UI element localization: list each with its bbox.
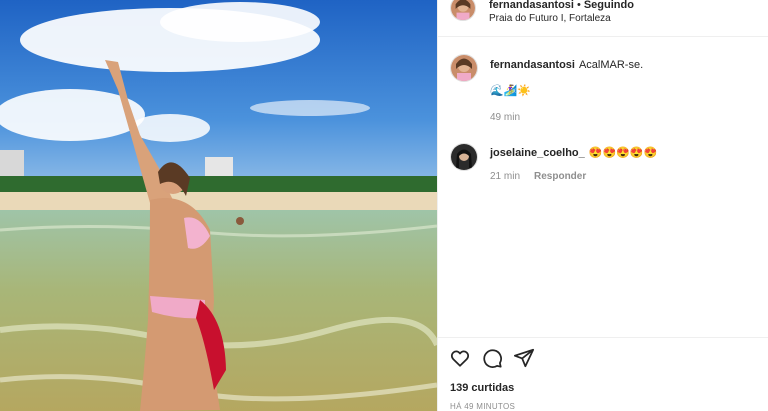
caption-meta: 49 min: [490, 112, 534, 123]
comment-meta: 21 min Responder: [490, 171, 600, 182]
beach-photo-image: [0, 0, 437, 411]
header-separator: •: [576, 0, 581, 11]
share-icon[interactable]: [513, 347, 535, 369]
likes-count[interactable]: 139 curtidas: [450, 382, 514, 394]
heart-icon[interactable]: [449, 347, 471, 369]
comment-emojis: 😍😍😍😍😍: [588, 147, 658, 159]
caption-text: fernandasantosi AcalMAR-se.: [490, 59, 643, 71]
comment-icon[interactable]: [481, 347, 503, 369]
post-sidebar: fernandasantosi • Seguindo Praia do Futuro…: [437, 0, 768, 411]
reply-button[interactable]: Responder: [534, 171, 586, 182]
post-timestamp[interactable]: HÁ 49 MINUTOS: [450, 402, 515, 411]
caption-time[interactable]: 49 min: [490, 112, 520, 123]
caption-avatar[interactable]: [450, 54, 478, 82]
post-header: fernandasantosi • Seguindo Praia do Futuro…: [438, 0, 768, 37]
post-actions: 139 curtidas HÁ 49 MINUTOS: [438, 337, 768, 411]
comments-list[interactable]: fernandasantosi AcalMAR-se. 🌊🏄‍♀️☀️ 49 mi…: [438, 38, 768, 337]
author-username[interactable]: fernandasantosi: [489, 0, 574, 11]
following-button[interactable]: Seguindo: [584, 0, 634, 11]
commenter-username[interactable]: joselaine_coelho_: [490, 147, 585, 159]
commenter-avatar[interactable]: [450, 143, 478, 171]
location-link[interactable]: Praia do Futuro I, Fortaleza: [489, 13, 611, 24]
caption-username[interactable]: fernandasantosi: [490, 59, 575, 71]
author-avatar[interactable]: [450, 0, 476, 21]
post-photo[interactable]: [0, 0, 437, 411]
caption-emoji-line: 🌊🏄‍♀️☀️: [490, 84, 531, 97]
comment-text: joselaine_coelho_ 😍😍😍😍😍: [490, 146, 657, 159]
caption-body: AcalMAR-se.: [578, 59, 644, 71]
comment-time[interactable]: 21 min: [490, 171, 520, 182]
caption-emojis: 🌊🏄‍♀️☀️: [490, 85, 532, 97]
